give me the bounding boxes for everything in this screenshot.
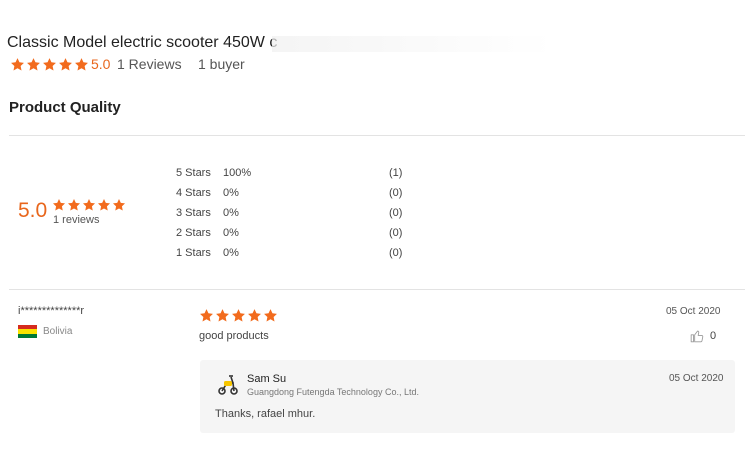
star-icon xyxy=(112,198,126,212)
reviewer-country: Bolivia xyxy=(43,326,73,337)
dist-count: (1) xyxy=(389,167,403,179)
dist-percent: 0% xyxy=(223,207,239,219)
quality-reviews-count: 1 reviews xyxy=(53,214,100,226)
star-icon xyxy=(26,57,41,72)
dist-label: 1 Stars xyxy=(176,247,211,259)
star-icon xyxy=(74,57,89,72)
quality-score: 5.0 xyxy=(18,199,48,222)
star-icon xyxy=(52,198,66,212)
thumbs-up-icon[interactable] xyxy=(690,329,704,343)
star-icon xyxy=(10,57,25,72)
dist-count: (0) xyxy=(389,187,403,199)
dist-label: 3 Stars xyxy=(176,207,211,219)
section-title: Product Quality xyxy=(9,99,121,116)
star-icon xyxy=(82,198,96,212)
dist-label: 4 Stars xyxy=(176,187,211,199)
review-stars xyxy=(199,308,278,323)
star-icon xyxy=(67,198,81,212)
quality-stars xyxy=(52,198,126,212)
rating-distribution-row[interactable]: 4 Stars 0% (0) xyxy=(176,186,402,200)
reviewer-name: i**************r xyxy=(18,305,85,317)
star-icon xyxy=(58,57,73,72)
review-date: 05 Oct 2020 xyxy=(666,306,721,317)
star-icon xyxy=(215,308,230,323)
dist-count: (0) xyxy=(389,247,403,259)
reply-date: 05 Oct 2020 xyxy=(669,373,724,384)
divider xyxy=(9,135,745,136)
dist-percent: 100% xyxy=(223,167,252,179)
dist-percent: 0% xyxy=(223,247,239,259)
dist-count: (0) xyxy=(389,207,403,219)
dist-label: 2 Stars xyxy=(176,227,211,239)
rating-distribution-row[interactable]: 5 Stars 100% (1) xyxy=(176,166,402,180)
star-icon xyxy=(247,308,262,323)
reply-text: Thanks, rafael mhur. xyxy=(215,408,316,420)
product-rating-score: 5.0 xyxy=(91,56,111,72)
seller-name: Sam Su xyxy=(247,373,287,385)
review-text: good products xyxy=(199,330,269,342)
dist-label: 5 Stars xyxy=(176,167,211,179)
buyer-count: 1 buyer xyxy=(198,56,245,72)
bolivia-flag-icon xyxy=(18,325,37,338)
like-count: 0 xyxy=(710,330,717,342)
dist-percent: 0% xyxy=(223,187,239,199)
rating-distribution-row[interactable]: 2 Stars 0% (0) xyxy=(176,226,402,240)
product-title[interactable]: Classic Model electric scooter 450W c xyxy=(7,34,277,52)
scooter-avatar-icon xyxy=(218,373,238,395)
star-icon xyxy=(97,198,111,212)
divider xyxy=(9,289,745,290)
rating-distribution-row[interactable]: 3 Stars 0% (0) xyxy=(176,206,402,220)
flag-stripe-green xyxy=(18,333,37,338)
star-icon xyxy=(42,57,57,72)
star-icon xyxy=(263,308,278,323)
reviews-link[interactable]: 1 Reviews xyxy=(117,56,182,72)
dist-count: (0) xyxy=(389,227,403,239)
star-icon xyxy=(199,308,214,323)
rating-distribution-row[interactable]: 1 Stars 0% (0) xyxy=(176,246,402,260)
product-rating-stars xyxy=(10,57,89,72)
dist-percent: 0% xyxy=(223,227,239,239)
star-icon xyxy=(231,308,246,323)
title-blur-overlay xyxy=(272,36,554,52)
seller-company: Guangdong Futengda Technology Co., Ltd. xyxy=(247,387,419,397)
